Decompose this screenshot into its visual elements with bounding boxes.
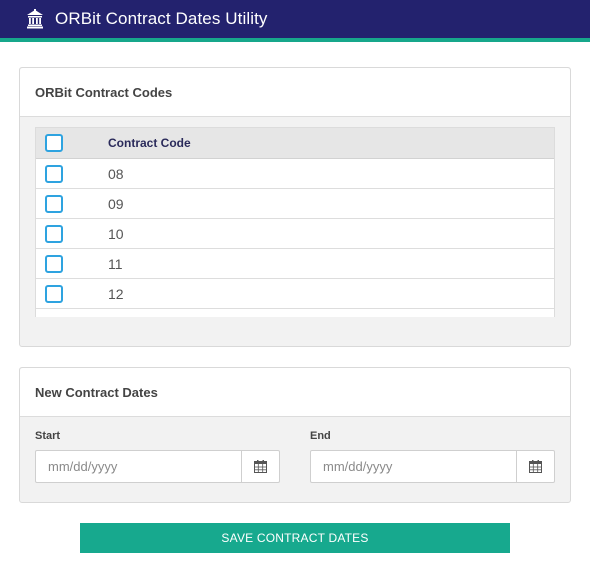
calendar-icon [529,460,542,473]
row-checkbox[interactable] [45,194,63,213]
new-contract-dates-panel-title: New Contract Dates [35,384,158,400]
new-contract-dates-panel-header: New Contract Dates [20,368,570,417]
table-header-row: Contract Code [36,128,554,159]
end-date-input-group [310,450,555,483]
contract-codes-panel: ORBit Contract Codes Contract Code 08 09… [19,67,571,347]
start-date-calendar-button[interactable] [241,451,279,482]
contract-code-cell: 11 [108,255,123,272]
end-date-field: End [310,430,555,483]
select-all-checkbox[interactable] [45,134,63,152]
start-date-field: Start [35,430,280,483]
end-date-calendar-button[interactable] [516,451,554,482]
end-date-label: End [310,430,331,442]
contract-code-cell: 08 [108,165,124,182]
column-header-contract-code[interactable]: Contract Code [108,136,191,150]
table-row[interactable]: 12 [36,279,554,309]
app-title: ORBit Contract Dates Utility [55,9,268,28]
row-checkbox[interactable] [45,224,63,243]
contract-codes-table[interactable]: Contract Code 08 09 10 11 12 [35,127,555,317]
table-row[interactable]: 10 [36,219,554,249]
contract-codes-panel-header: ORBit Contract Codes [20,68,570,117]
table-row[interactable]: 11 [36,249,554,279]
table-row[interactable]: 08 [36,159,554,189]
contract-codes-panel-title: ORBit Contract Codes [35,84,173,100]
end-date-input[interactable] [311,451,516,482]
row-checkbox[interactable] [45,284,63,303]
table-row[interactable]: 09 [36,189,554,219]
start-date-input-group [35,450,280,483]
contract-code-cell: 10 [108,225,124,242]
app-header: ORBit Contract Dates Utility [0,0,590,38]
bank-building-icon [27,9,43,29]
contract-code-cell: 12 [108,285,124,302]
start-date-input[interactable] [36,451,241,482]
start-date-label: Start [35,430,61,442]
new-contract-dates-panel: New Contract Dates Start End [19,367,571,503]
row-checkbox[interactable] [45,254,63,273]
row-checkbox[interactable] [45,164,63,183]
calendar-icon [254,460,267,473]
save-contract-dates-button[interactable]: SAVE CONTRACT DATES [80,523,510,553]
header-accent-strip [0,38,590,42]
contract-code-cell: 09 [108,195,124,212]
